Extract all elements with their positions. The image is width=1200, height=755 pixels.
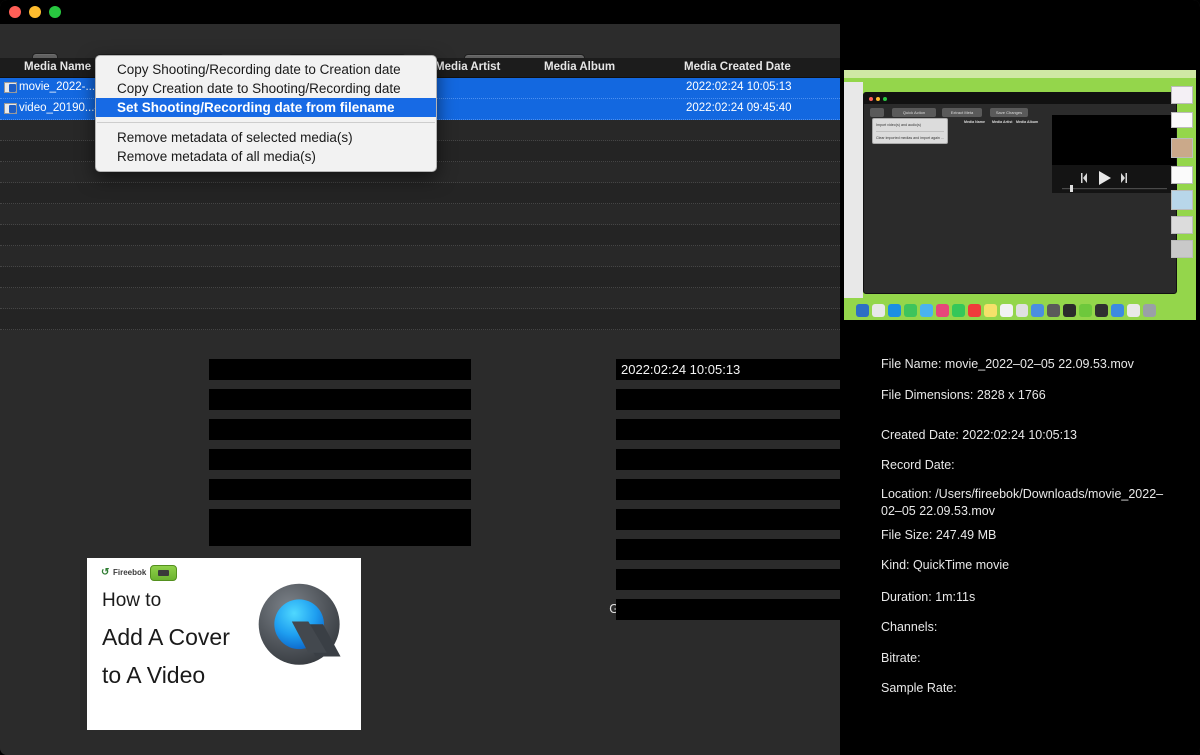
quicktime-logo-icon xyxy=(258,583,341,665)
preview-menubar xyxy=(844,70,1196,78)
media-name-label: video_20190...4 xyxy=(19,102,101,114)
form-field: Producers: xyxy=(203,479,503,500)
media-created-date-cell: 2022:02:24 09:45:40 xyxy=(686,102,792,114)
preview-app-window: Quick Action Extract Meta Save Changes I… xyxy=(863,92,1177,294)
preview-desktop-image: Quick Action Extract Meta Save Changes I… xyxy=(844,70,1196,320)
file-info-line: Location: /Users/fireebok/Downloads/movi… xyxy=(881,487,1164,518)
table-column-header[interactable]: Media Artist xyxy=(435,61,500,73)
menu-separator xyxy=(97,122,435,123)
media-created-date-cell: 2022:02:24 10:05:13 xyxy=(686,81,792,93)
table-row-empty[interactable] xyxy=(0,309,840,330)
form-field: Artist: xyxy=(203,419,503,440)
form-field-input[interactable] xyxy=(209,389,471,410)
table-column-header[interactable]: Media Album xyxy=(544,61,615,73)
info-side-panel: Quick Action Extract Meta Save Changes I… xyxy=(840,24,1200,755)
preview-dock xyxy=(856,302,1157,318)
video-badge-icon xyxy=(150,565,177,581)
form-field-input[interactable] xyxy=(616,419,876,440)
table-row-empty[interactable] xyxy=(0,225,840,246)
file-info-line: Record Date: xyxy=(881,458,955,472)
artwork-line-2: Add A Cover xyxy=(102,624,230,650)
form-field-input[interactable] xyxy=(209,479,471,500)
form-field-input[interactable] xyxy=(209,419,471,440)
table-column-header[interactable]: Media Name xyxy=(24,61,91,73)
media-name-label: movie_2022-...3 xyxy=(19,81,102,93)
media-name-cell: video_20190...4 xyxy=(4,102,101,114)
form-field-input[interactable] xyxy=(616,389,876,410)
artwork-brand: ↺ Fireebok xyxy=(101,567,147,578)
toolbar: + Quick Action Extract Meta Save Changes xyxy=(0,24,840,76)
form-field: Album Artist: xyxy=(203,389,503,410)
preview-maximize-icon xyxy=(883,97,887,101)
preview-player-controls xyxy=(1052,165,1176,193)
preview-quick-action-button: Quick Action xyxy=(892,108,936,117)
artwork-thumbnail[interactable]: ↺ Fireebok How to Add A Cover to A Video xyxy=(87,558,361,730)
preview-col-3: Media Album xyxy=(1016,120,1039,124)
preview-col-2: Media Artist xyxy=(992,120,1013,124)
preview-add-button xyxy=(870,108,884,117)
menu-item[interactable]: Set Shooting/Recording date from filenam… xyxy=(96,98,436,117)
menu-item[interactable]: Remove metadata of selected media(s) xyxy=(96,128,436,147)
close-button-icon[interactable] xyxy=(9,6,21,18)
video-preview[interactable]: Quick Action Extract Meta Save Changes I… xyxy=(840,58,1200,328)
preview-extract-meta-button: Extract Meta xyxy=(942,108,982,117)
media-name-cell: movie_2022-...3 xyxy=(4,81,101,93)
table-row-empty[interactable] xyxy=(0,246,840,267)
title-bar xyxy=(0,0,1200,24)
preview-close-icon xyxy=(869,97,873,101)
form-field: Title: xyxy=(203,359,503,380)
form-field-input[interactable] xyxy=(616,569,876,590)
form-field-input[interactable] xyxy=(209,509,471,546)
form-field-input[interactable] xyxy=(616,359,876,380)
minimize-button-icon[interactable] xyxy=(29,6,41,18)
file-info-line: Kind: QuickTime movie xyxy=(881,558,1010,572)
file-info-line: File Size: 247.49 MB xyxy=(881,528,997,542)
table-row-empty[interactable] xyxy=(0,204,840,225)
table-row-empty[interactable] xyxy=(0,288,840,309)
preview-window-titlebar xyxy=(864,93,1176,104)
file-info-line: Bitrate: xyxy=(881,651,921,665)
form-field: Directors: xyxy=(203,449,503,470)
file-info-line: File Dimensions: 2828 x 1766 xyxy=(881,388,1046,402)
preview-minimize-icon xyxy=(876,97,880,101)
quick-action-dropdown-menu[interactable]: Copy Shooting/Recording date to Creation… xyxy=(95,55,437,172)
file-info-line: File Name: movie_2022–02–05 22.09.53.mov xyxy=(881,357,1134,371)
menu-item[interactable]: Remove metadata of all media(s) xyxy=(96,147,436,166)
form-field-input[interactable] xyxy=(616,509,876,530)
file-info-line: Created Date: 2022:02:24 10:05:13 xyxy=(881,428,1077,442)
form-field-input[interactable] xyxy=(616,479,876,500)
file-info-line: Channels: xyxy=(881,620,938,634)
table-row-empty[interactable] xyxy=(0,267,840,288)
form-field: Actors: xyxy=(203,509,503,546)
media-file-icon xyxy=(4,102,17,114)
preview-finder-sidebar xyxy=(844,82,863,298)
file-info-line: Duration: 1m:11s xyxy=(881,590,976,604)
form-field-input[interactable] xyxy=(616,539,876,560)
file-info-line: Sample Rate: xyxy=(881,681,957,695)
artwork-brand-label: Fireebok xyxy=(113,568,147,577)
media-file-icon xyxy=(4,81,17,93)
menu-item[interactable]: Copy Shooting/Recording date to Creation… xyxy=(96,60,436,79)
preview-desktop-icons xyxy=(1168,86,1194,286)
maximize-button-icon[interactable] xyxy=(49,6,61,18)
artwork-line-1: How to xyxy=(102,590,162,611)
form-field-input[interactable] xyxy=(209,449,471,470)
artwork-line-3: to A Video xyxy=(102,662,206,688)
preview-dropdown-menu: Import video(s) and audio(s) Clear impor… xyxy=(872,118,948,144)
app-window: + Quick Action Extract Meta Save Changes… xyxy=(0,0,1200,755)
table-row-empty[interactable] xyxy=(0,183,840,204)
form-field-input[interactable] xyxy=(616,599,876,620)
preview-col-1: Media Name xyxy=(964,120,985,124)
preview-save-changes-button: Save Changes xyxy=(990,108,1028,117)
fireebok-logo-icon: ↺ xyxy=(101,567,110,578)
form-field-input[interactable] xyxy=(616,449,876,470)
form-field-input[interactable] xyxy=(209,359,471,380)
table-column-header[interactable]: Media Created Date xyxy=(684,61,791,73)
menu-item[interactable]: Copy Creation date to Shooting/Recording… xyxy=(96,79,436,98)
